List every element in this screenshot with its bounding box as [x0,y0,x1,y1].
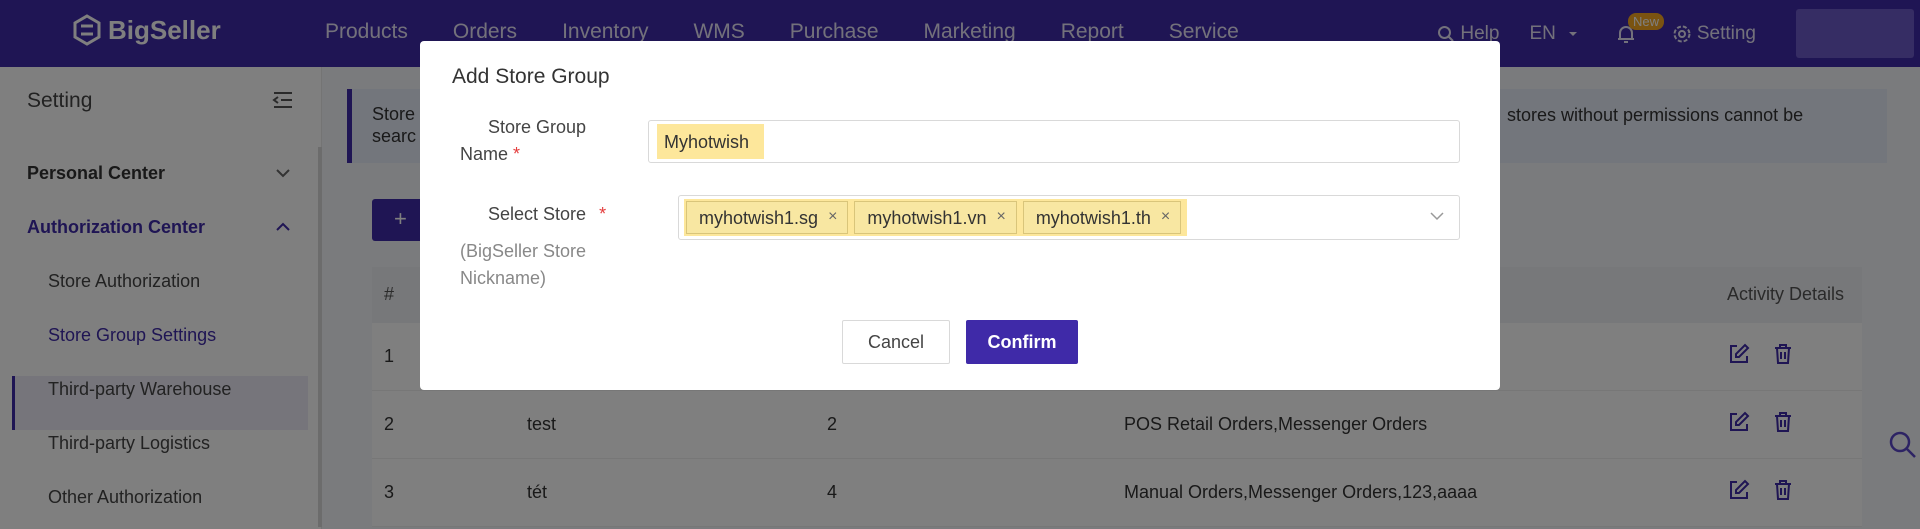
store-tag-label: myhotwish1.vn [867,208,987,228]
store-group-name-input[interactable]: Myhotwish [648,120,1460,163]
name-label-line1: Store Group [488,117,587,137]
required-mark: * [599,204,607,224]
store-tag: myhotwish1.vn × [854,201,1017,234]
close-icon[interactable]: × [996,208,1005,233]
store-group-name-label: Store Group [488,114,586,141]
store-tag: myhotwish1.sg × [686,201,849,234]
dialog-title: Add Store Group [452,65,610,88]
store-multiselect[interactable]: myhotwish1.sg × myhotwish1.vn × myhotwis… [678,195,1460,240]
name-label-line2: Name [460,144,509,164]
store-hint-line2: Nickname) [460,268,547,288]
store-group-name-label-line2: Name * [460,141,520,168]
select-store-label-text: Select Store [488,204,587,224]
add-store-group-dialog: Add Store Group Store Group Name * Myhot… [420,41,1500,390]
select-store-hint: (BigSeller Store Nickname) [460,238,586,292]
selected-store-tags: myhotwish1.sg × myhotwish1.vn × myhotwis… [684,199,1188,236]
chevron-down-icon[interactable] [1429,210,1445,222]
store-group-name-value: Myhotwish [657,124,765,159]
store-tag: myhotwish1.th × [1022,201,1182,234]
close-icon[interactable]: × [828,208,837,233]
confirm-button[interactable]: Confirm [966,320,1078,364]
required-mark: * [513,144,521,164]
store-tag-label: myhotwish1.sg [699,208,819,228]
close-icon[interactable]: × [1161,208,1170,233]
cancel-button[interactable]: Cancel [842,320,950,364]
store-hint-line1: (BigSeller Store [460,241,587,261]
store-tag-label: myhotwish1.th [1035,208,1151,228]
select-store-label: Select Store * [488,201,606,228]
